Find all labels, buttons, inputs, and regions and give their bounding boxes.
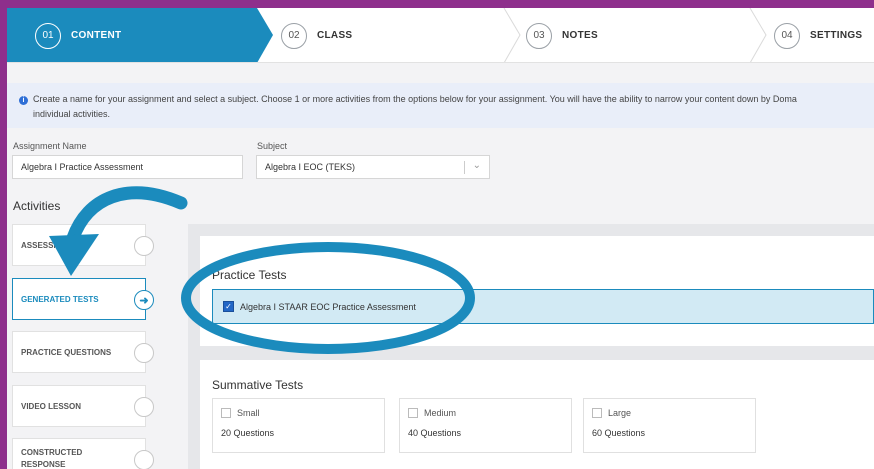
activity-tab-assessments[interactable]: ASSESSME bbox=[12, 224, 154, 266]
summative-card-large[interactable]: Large 60 Questions bbox=[583, 398, 756, 453]
practice-tests-title: Practice Tests bbox=[212, 268, 287, 282]
activity-tab-label: ASSESSME bbox=[21, 240, 66, 250]
activity-tab-generated-tests[interactable]: GENERATED TESTS ➜ bbox=[12, 278, 154, 320]
card-questions: 60 Questions bbox=[592, 428, 646, 438]
step-class[interactable]: 02 CLASS bbox=[281, 8, 352, 63]
activity-tab-label: GENERATED TESTS bbox=[21, 294, 99, 304]
activity-tab-practice-questions[interactable]: PRACTICE QUESTIONS bbox=[12, 331, 154, 373]
summative-card-medium[interactable]: Medium 40 Questions bbox=[399, 398, 572, 453]
checkbox-icon[interactable] bbox=[221, 408, 231, 418]
activity-tab-label-line2: RESPONSE bbox=[21, 460, 66, 469]
card-questions: 40 Questions bbox=[408, 428, 462, 438]
subject-select[interactable]: Algebra I EOC (TEKS) ⌄ bbox=[256, 155, 490, 179]
subject-label: Subject bbox=[257, 141, 288, 151]
info-icon: i bbox=[19, 96, 28, 105]
practice-test-option-label: Algebra I STAAR EOC Practice Assessment bbox=[240, 301, 416, 312]
card-size: Small bbox=[237, 408, 260, 418]
summative-tests-title: Summative Tests bbox=[212, 378, 304, 392]
assignment-name-label: Assignment Name bbox=[13, 141, 87, 151]
assignment-name-input[interactable]: Algebra I Practice Assessment bbox=[12, 155, 243, 179]
wizard-stepper: 01 CONTENT 02 CLASS 03 NOTES 04 SETTINGS bbox=[7, 8, 874, 63]
step-number: 01 bbox=[35, 22, 61, 49]
activity-tab-label: CONSTRUCTED bbox=[21, 448, 83, 457]
info-text: Create a name for your assignment and se… bbox=[33, 94, 797, 104]
checkbox-checked-icon[interactable]: ✓ bbox=[223, 301, 234, 312]
step-content[interactable]: 01 CONTENT bbox=[35, 8, 121, 63]
subject-value: Algebra I EOC (TEKS) bbox=[265, 162, 356, 172]
info-banner: i Create a name for your assignment and s… bbox=[7, 83, 874, 128]
tab-circle-icon bbox=[134, 397, 154, 417]
step-settings[interactable]: 04 SETTINGS bbox=[774, 8, 862, 63]
step-number: 04 bbox=[774, 22, 800, 49]
info-text-line2: individual activities. bbox=[33, 109, 111, 119]
step-label: SETTINGS bbox=[810, 30, 863, 41]
select-divider bbox=[464, 161, 465, 174]
summative-card-small[interactable]: Small 20 Questions bbox=[212, 398, 385, 453]
checkbox-icon[interactable] bbox=[592, 408, 602, 418]
chevron-down-icon: ⌄ bbox=[472, 160, 481, 171]
step-label: NOTES bbox=[562, 30, 598, 41]
activity-tab-label: VIDEO LESSON bbox=[21, 401, 82, 411]
checkbox-icon[interactable] bbox=[408, 408, 418, 418]
activity-tab-constructed-response[interactable]: CONSTRUCTED RESPONSE bbox=[12, 438, 154, 469]
stepper-background bbox=[7, 8, 874, 63]
tab-circle-icon bbox=[134, 343, 154, 363]
step-label: CONTENT bbox=[71, 30, 122, 41]
tab-circle-icon bbox=[134, 236, 154, 256]
card-questions: 20 Questions bbox=[221, 428, 275, 438]
practice-test-option[interactable]: ✓ Algebra I STAAR EOC Practice Assessmen… bbox=[212, 289, 874, 324]
activities-heading: Activities bbox=[13, 199, 61, 213]
tab-circle-icon bbox=[134, 450, 154, 469]
step-number: 02 bbox=[281, 22, 307, 49]
arrow-right-circle-icon: ➜ bbox=[134, 290, 154, 310]
activity-tab-video-lesson[interactable]: VIDEO LESSON bbox=[12, 385, 154, 427]
step-label: CLASS bbox=[317, 30, 353, 41]
step-notes[interactable]: 03 NOTES bbox=[526, 8, 598, 63]
step-number: 03 bbox=[526, 22, 552, 49]
activity-tab-label: PRACTICE QUESTIONS bbox=[21, 347, 112, 357]
app-screen: 01 CONTENT 02 CLASS 03 NOTES 04 SETTINGS… bbox=[7, 8, 874, 469]
card-size: Medium bbox=[424, 408, 457, 418]
card-size: Large bbox=[608, 408, 632, 418]
